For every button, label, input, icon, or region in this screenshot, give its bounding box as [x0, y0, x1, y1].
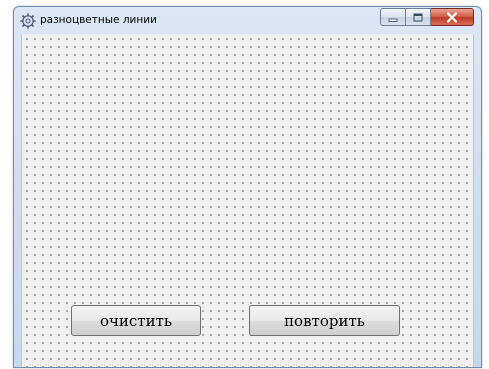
maximize-button[interactable] — [406, 8, 431, 26]
repeat-button[interactable]: повторить — [249, 305, 400, 336]
maximize-icon — [413, 8, 423, 27]
close-icon — [446, 8, 458, 27]
close-button[interactable] — [431, 8, 474, 26]
clear-button[interactable]: очистить — [71, 305, 201, 336]
form-canvas: очистить повторить — [21, 34, 474, 367]
title-bar[interactable]: разноцветные линии — [14, 7, 481, 34]
app-window: разноцветные линии очистить повторить — [13, 6, 482, 368]
minimize-icon — [388, 8, 398, 27]
minimize-button[interactable] — [380, 8, 406, 26]
window-controls — [380, 8, 474, 26]
gear-icon[interactable] — [20, 13, 36, 29]
window-title: разноцветные линии — [40, 14, 157, 26]
